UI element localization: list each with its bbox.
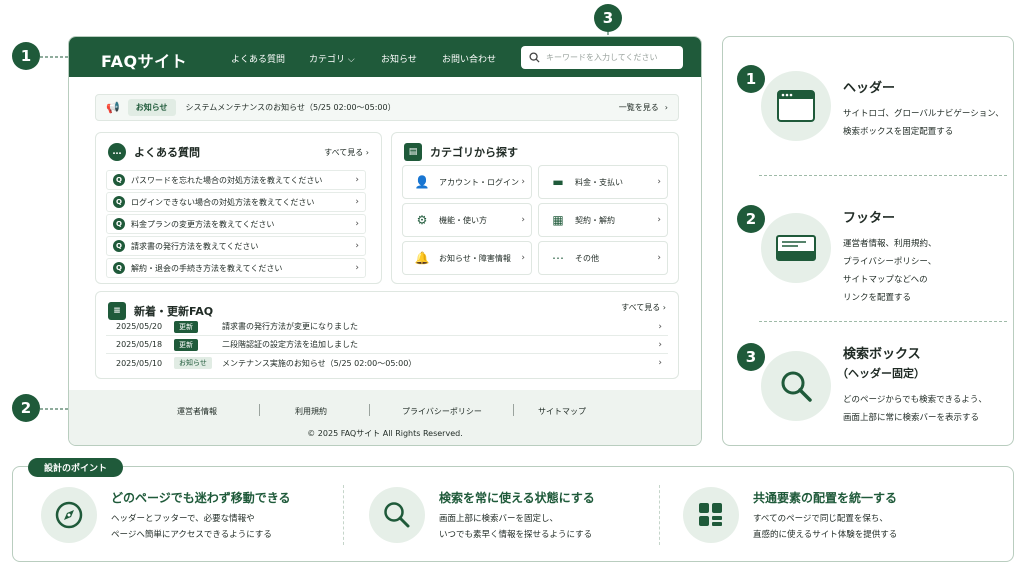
- faq-item[interactable]: Q 料金プランの変更方法を教えてください ›: [106, 214, 366, 234]
- footer-divider: [513, 404, 514, 416]
- callout-3: 3: [594, 4, 622, 32]
- legend-desc: サイトロゴ、グローバルナビゲーション、 検索ボックスを固定配置する: [843, 109, 1004, 137]
- faq-item[interactable]: Q 請求書の発行方法を教えてください ›: [106, 236, 366, 256]
- footer-divider: [259, 404, 260, 416]
- footer-divider: [369, 404, 370, 416]
- notice-bar[interactable]: 📢 お知らせ システムメンテナンスのお知らせ（5/25 02:00〜05:00）…: [95, 94, 679, 121]
- callout-2: 2: [12, 394, 40, 422]
- faq-card-title: … よくある質問: [108, 143, 200, 161]
- notice-list-link[interactable]: 一覧を見る: [619, 102, 659, 113]
- megaphone-icon: 📢: [106, 101, 120, 114]
- footer-link-operator[interactable]: 運営者情報: [177, 406, 217, 417]
- search-icon: [369, 487, 425, 543]
- legend-desc: どのページからでも検索できるよう、 画面上部に常に検索バーを表示する: [843, 395, 987, 423]
- notice-badge: お知らせ: [127, 99, 176, 116]
- category-account[interactable]: 👤 アカウント・ログイン ›: [402, 165, 532, 199]
- design-points-label: 設計のポイント: [28, 458, 124, 477]
- legend-title: ヘッダー: [843, 81, 896, 96]
- divider: [759, 321, 1007, 322]
- gear-icon: ⚙: [416, 213, 428, 227]
- site-footer: 運営者情報 利用規約 プライバシーポリシー サイトマップ © 2025 FAQサ…: [69, 390, 701, 445]
- design-points-panel: どのページでも迷わず移動できる ヘッダーとフッターで、必要な情報や ページへ簡単に…: [12, 466, 1014, 562]
- divider: [659, 485, 660, 545]
- status-badge: 更新: [174, 320, 198, 333]
- callout-1: 1: [12, 42, 40, 70]
- footer-bar-icon: [761, 213, 831, 283]
- legend-title: 検索ボックス: [843, 347, 921, 362]
- legend-subtitle: （ヘッダー固定）: [837, 367, 925, 380]
- category-billing[interactable]: ▬ 料金・支払い ›: [538, 165, 668, 199]
- document-icon: ▦: [552, 213, 564, 227]
- legend-title: フッター: [843, 211, 896, 226]
- faq-item[interactable]: Q ログインできない場合の対処方法を教えてください ›: [106, 192, 366, 212]
- category-contract[interactable]: ▦ 契約・解約 ›: [538, 203, 668, 237]
- category-card: ▤ カテゴリから探す 👤 アカウント・ログイン › ▬ 料金・支払い › ⚙ 機能・使い方…: [391, 132, 679, 284]
- faq-see-all[interactable]: すべて見る ›: [324, 147, 369, 158]
- search-icon: [761, 351, 831, 421]
- point-desc: 画面上部に検索バーを固定し、 いつでも素早く情報を探せるようにする: [439, 514, 593, 540]
- footer-link-privacy[interactable]: プライバシーポリシー: [402, 406, 482, 417]
- point-desc: すべてのページで同じ配置を保ち、 直感的に使えるサイト体験を提供する: [753, 514, 898, 540]
- legend-number: 3: [737, 343, 765, 371]
- faq-card: … よくある質問 すべて見る › Q パスワードを忘れた場合の対処方法を教えてくだ…: [95, 132, 382, 284]
- credit-card-icon: ▬: [552, 175, 564, 189]
- news-card: ≡ 新着・更新FAQ すべて見る › 2025/05/20 更新 請求書の発行方…: [95, 291, 679, 379]
- footer-link-sitemap[interactable]: サイトマップ: [538, 406, 586, 417]
- q-icon: Q: [113, 196, 125, 208]
- legend-number: 1: [737, 65, 765, 93]
- status-badge: お知らせ: [174, 357, 212, 369]
- news-see-all[interactable]: すべて見る ›: [621, 302, 666, 313]
- chat-icon: …: [108, 143, 126, 161]
- category-incident[interactable]: 🔔 お知らせ・障害情報 ›: [402, 241, 532, 275]
- footer-link-terms[interactable]: 利用規約: [295, 406, 327, 417]
- nav-category[interactable]: カテゴリ ⌵: [309, 52, 355, 65]
- search-icon: [529, 52, 540, 63]
- category-features[interactable]: ⚙ 機能・使い方 ›: [402, 203, 532, 237]
- faq-item[interactable]: Q パスワードを忘れた場合の対処方法を教えてください ›: [106, 170, 366, 190]
- notice-text: システムメンテナンスのお知らせ（5/25 02:00〜05:00）: [185, 103, 396, 112]
- divider: [343, 485, 344, 545]
- divider: [759, 175, 1007, 176]
- point-title: 共通要素の配置を統一する: [753, 491, 898, 505]
- nav-news[interactable]: お知らせ: [381, 52, 417, 65]
- search-input[interactable]: キーワードを入力してください: [521, 46, 683, 69]
- site-mockup: FAQサイト よくある質問 カテゴリ ⌵ お知らせ お問い合わせ キーワードを入…: [68, 36, 702, 446]
- site-header: FAQサイト よくある質問 カテゴリ ⌵ お知らせ お問い合わせ キーワードを入…: [69, 37, 701, 77]
- news-row[interactable]: 2025/05/10 お知らせ メンテナンス実施のお知らせ（5/25 02:00…: [106, 354, 668, 372]
- q-icon: Q: [113, 218, 125, 230]
- browser-window-icon: [761, 71, 831, 141]
- category-other[interactable]: ⋯ その他 ›: [538, 241, 668, 275]
- faq-item[interactable]: Q 解約・退会の手続き方法を教えてください ›: [106, 258, 366, 278]
- point-desc: ヘッダーとフッターで、必要な情報や ページへ簡単にアクセスできるようにする: [111, 514, 272, 540]
- copyright: © 2025 FAQサイト All Rights Reserved.: [307, 429, 463, 438]
- q-icon: Q: [113, 240, 125, 252]
- site-logo[interactable]: FAQサイト: [101, 48, 187, 72]
- legend-number: 2: [737, 205, 765, 233]
- grid-layout-icon: [683, 487, 739, 543]
- bell-icon: 🔔: [414, 251, 430, 265]
- legend-desc: 運営者情報、利用規約、 プライバシーポリシー、 サイトマップなどへの リンクを配置する: [843, 239, 937, 303]
- chevron-right-icon: ›: [664, 103, 668, 112]
- q-icon: Q: [113, 262, 125, 274]
- point-title: どのページでも迷わず移動できる: [111, 491, 291, 505]
- news-row[interactable]: 2025/05/18 更新 二段階認証の設定方法を追加しました ›: [106, 336, 668, 354]
- legend-panel: 1 ヘッダー サイトロゴ、グローバルナビゲーション、 検索ボックスを固定配置する …: [722, 36, 1014, 446]
- nav-contact[interactable]: お問い合わせ: [442, 52, 496, 65]
- compass-icon: [41, 487, 97, 543]
- news-row[interactable]: 2025/05/20 更新 請求書の発行方法が変更になりました ›: [106, 318, 668, 336]
- search-placeholder: キーワードを入力してください: [546, 53, 658, 62]
- faq-title-text: よくある質問: [134, 146, 200, 159]
- category-card-title: ▤ カテゴリから探す: [404, 143, 518, 161]
- more-icon: ⋯: [552, 251, 564, 265]
- nav-faq[interactable]: よくある質問: [231, 52, 285, 65]
- q-icon: Q: [113, 174, 125, 186]
- status-badge: 更新: [174, 338, 198, 351]
- calendar-icon: ▤: [404, 143, 422, 161]
- point-title: 検索を常に使える状態にする: [439, 491, 595, 505]
- user-icon: 👤: [414, 175, 430, 189]
